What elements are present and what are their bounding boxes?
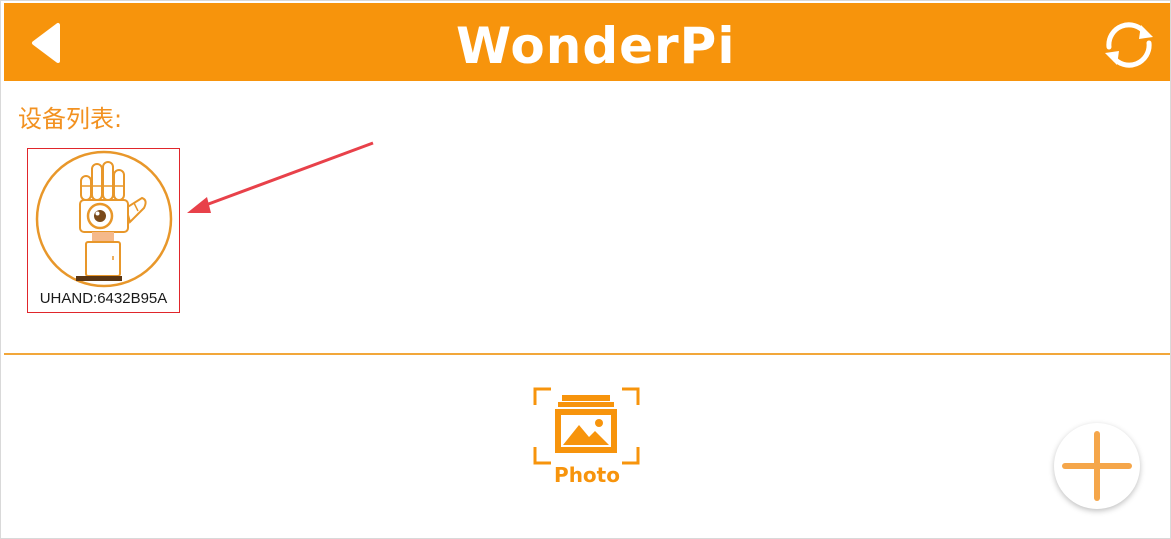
photo-button[interactable]: Photo [531, 385, 646, 493]
plus-icon [1062, 431, 1132, 501]
device-label: UHAND:6432B95A [39, 290, 168, 307]
robot-hand-icon [35, 150, 173, 288]
logo-text: WonderPi [456, 17, 736, 75]
photo-label: Photo [554, 463, 620, 487]
refresh-button[interactable] [1097, 17, 1161, 73]
annotation-arrow [187, 141, 374, 213]
app-window: WonderPi 设备列表: UHAND:6432B95A Photo [0, 0, 1171, 539]
wonderpi-logo: WonderPi [456, 15, 734, 75]
device-list-title: 设备列表: [18, 105, 123, 133]
back-triangle-icon [32, 23, 60, 63]
device-item-uhand[interactable]: UHAND:6432B95A [27, 148, 180, 313]
refresh-icon [1105, 22, 1153, 68]
top-bar: WonderPi [4, 3, 1170, 81]
add-device-button[interactable] [1054, 423, 1140, 509]
section-divider [4, 353, 1170, 355]
photo-gallery-icon [533, 387, 640, 465]
back-button[interactable] [26, 21, 70, 65]
